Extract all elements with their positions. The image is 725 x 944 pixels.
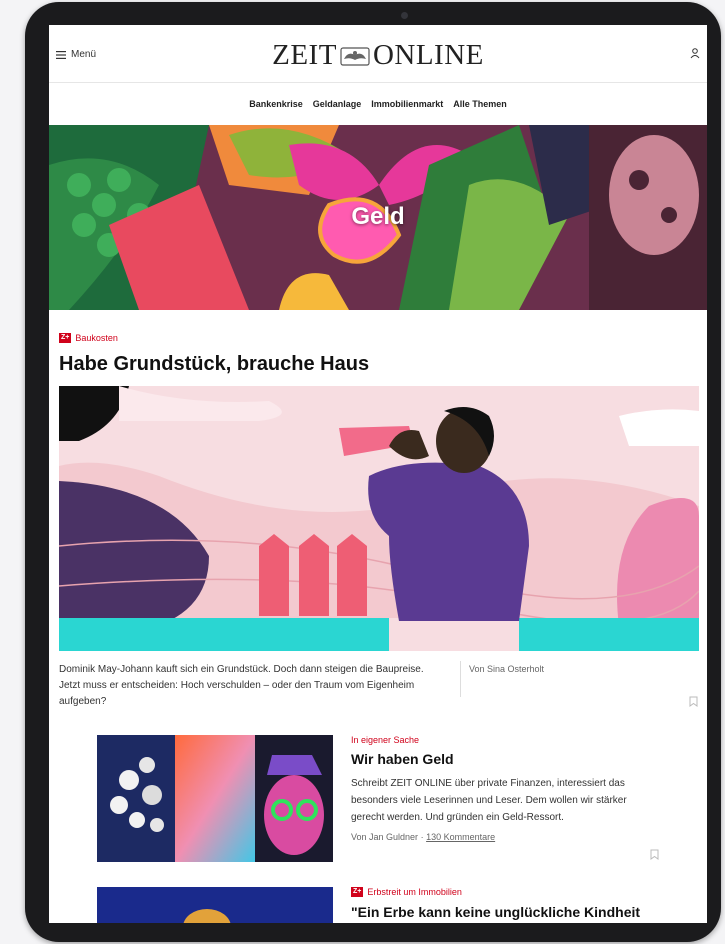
- item-kicker: Z+ Erbstreit um Immobilien: [351, 887, 462, 897]
- user-icon[interactable]: [689, 47, 701, 59]
- lead-article-image[interactable]: [59, 386, 699, 651]
- camera-dot: [401, 12, 408, 19]
- logo-text-right: ONLINE: [372, 39, 484, 71]
- logo-text-left: ZEIT: [272, 39, 337, 71]
- item-byline: Von Jan Guldner · 130 Kommentare: [351, 832, 495, 842]
- item-kicker-text: In eigener Sache: [351, 735, 420, 745]
- lead-teaser: Dominik May-Johann kauft sich ein Grunds…: [59, 664, 424, 707]
- item-illustration: [97, 735, 333, 862]
- lead-kicker-text: Baukosten: [75, 333, 118, 343]
- item-thumbnail[interactable]: [97, 887, 333, 923]
- item-headline[interactable]: "Ein Erbe kann keine unglückliche Kindhe…: [351, 904, 640, 920]
- nav-item-alle-themen[interactable]: Alle Themen: [453, 99, 507, 109]
- browser-screen: Menü ZEIT ONLINE Bankenkrise Geldanlage …: [49, 25, 707, 923]
- section-title: Geld: [351, 203, 405, 230]
- lead-illustration: [59, 386, 699, 651]
- eagle-emblem-icon: [340, 47, 370, 66]
- lead-kicker: Z+ Baukosten: [59, 333, 118, 343]
- site-header: Menü ZEIT ONLINE: [49, 25, 707, 83]
- comments-link[interactable]: 130 Kommentare: [426, 832, 495, 842]
- divider: [460, 661, 461, 697]
- zplus-badge: Z+: [351, 887, 364, 897]
- item-kicker: In eigener Sache: [351, 735, 419, 745]
- bookmark-icon[interactable]: [689, 696, 698, 707]
- item-illustration: [97, 887, 333, 923]
- section-hero-banner: Geld: [49, 125, 707, 310]
- lead-headline[interactable]: Habe Grundstück, brauche Haus: [59, 353, 369, 376]
- topic-nav: Bankenkrise Geldanlage Immobilienmarkt A…: [49, 83, 707, 125]
- item-author: Von Jan Guldner: [351, 832, 419, 842]
- byline-separator: ·: [420, 832, 424, 842]
- nav-item-geldanlage[interactable]: Geldanlage: [313, 99, 362, 109]
- item-teaser: Schreibt ZEIT ONLINE über private Finanz…: [351, 778, 627, 823]
- item-thumbnail[interactable]: [97, 735, 333, 862]
- nav-item-bankenkrise[interactable]: Bankenkrise: [249, 99, 303, 109]
- nav-item-immobilienmarkt[interactable]: Immobilienmarkt: [371, 99, 443, 109]
- lead-author: Von Sina Osterholt: [469, 664, 545, 674]
- bookmark-icon[interactable]: [650, 849, 659, 860]
- item-kicker-text: Erbstreit um Immobilien: [367, 887, 462, 897]
- zplus-badge: Z+: [59, 333, 72, 343]
- item-headline[interactable]: Wir haben Geld: [351, 751, 454, 767]
- zeit-online-logo[interactable]: ZEIT ONLINE: [49, 39, 707, 72]
